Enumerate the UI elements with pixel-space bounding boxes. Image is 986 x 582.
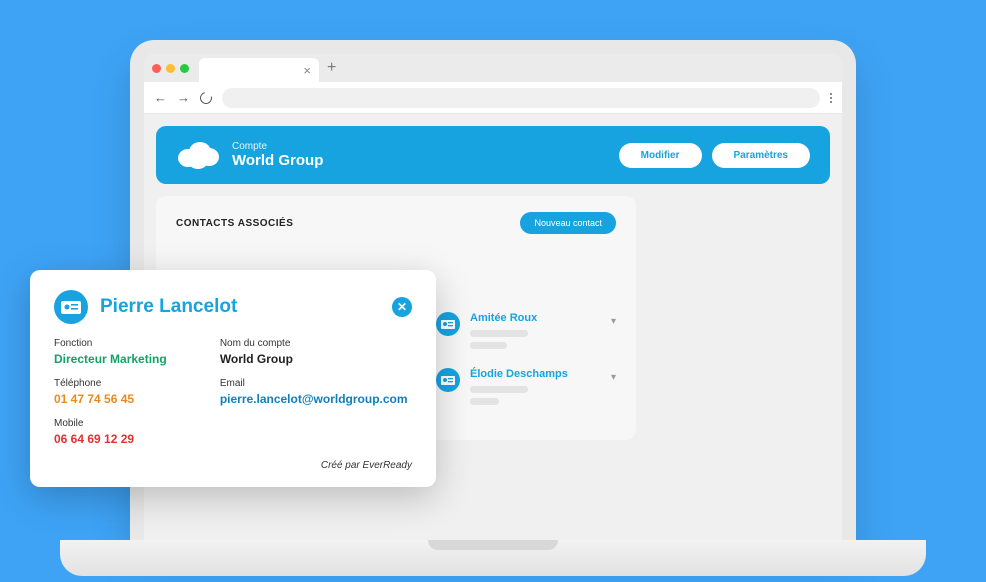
- field-value: 01 47 74 56 45: [54, 392, 202, 406]
- laptop-notch: [428, 540, 558, 550]
- contact-name: Amitée Roux: [470, 312, 616, 324]
- tab-close-icon[interactable]: ×: [303, 63, 311, 78]
- settings-button[interactable]: Paramètres: [712, 143, 810, 168]
- chevron-down-icon[interactable]: ▾: [611, 372, 616, 383]
- url-input[interactable]: [222, 88, 820, 108]
- placeholder-line: [470, 398, 499, 405]
- field-telephone: Téléphone 01 47 74 56 45: [54, 378, 202, 406]
- placeholder-line: [470, 386, 528, 393]
- contact-avatar-icon: [436, 312, 460, 336]
- close-icon[interactable]: ✕: [392, 297, 412, 317]
- forward-button[interactable]: →: [177, 90, 190, 105]
- detail-contact-name: Pierre Lancelot: [100, 296, 237, 318]
- contacts-section-title: CONTACTS ASSOCIÉS: [176, 218, 293, 229]
- refresh-icon[interactable]: [198, 89, 214, 105]
- field-label: Fonction: [54, 338, 202, 349]
- field-mobile: Mobile 06 64 69 12 29: [54, 418, 202, 446]
- browser-address-bar: ← →: [144, 82, 842, 114]
- laptop-base: [60, 540, 926, 576]
- contact-row[interactable]: Amitée Roux ▾: [436, 312, 616, 354]
- account-header: Compte World Group Modifier Paramètres: [156, 126, 830, 184]
- field-value: pierre.lancelot@worldgroup.com: [220, 392, 412, 406]
- new-contact-button[interactable]: Nouveau contact: [520, 212, 616, 234]
- maximize-window-icon[interactable]: [180, 64, 189, 73]
- new-tab-button[interactable]: +: [327, 59, 336, 77]
- salesforce-cloud-icon: [176, 140, 220, 170]
- minimize-window-icon[interactable]: [166, 64, 175, 73]
- field-label: Téléphone: [54, 378, 202, 389]
- field-fonction: Fonction Directeur Marketing: [54, 338, 202, 366]
- field-label: Mobile: [54, 418, 202, 429]
- placeholder-line: [470, 330, 528, 337]
- modify-button[interactable]: Modifier: [619, 143, 702, 168]
- field-label: Nom du compte: [220, 338, 412, 349]
- window-controls: [152, 64, 189, 73]
- browser-tab-bar: × +: [144, 54, 842, 82]
- field-email: Email pierre.lancelot@worldgroup.com: [220, 378, 412, 406]
- field-value: Directeur Marketing: [54, 352, 202, 366]
- detail-footer: Créé par EverReady: [54, 460, 412, 471]
- contact-name: Élodie Deschamps: [470, 368, 616, 380]
- browser-menu-icon[interactable]: [830, 93, 832, 103]
- field-value: 06 64 69 12 29: [54, 432, 202, 446]
- header-subtitle: Compte: [232, 141, 323, 152]
- close-window-icon[interactable]: [152, 64, 161, 73]
- contact-detail-popup: Pierre Lancelot ✕ Fonction Directeur Mar…: [30, 270, 436, 487]
- field-label: Email: [220, 378, 412, 389]
- field-compte: Nom du compte World Group: [220, 338, 412, 366]
- field-value: World Group: [220, 352, 412, 366]
- contact-row[interactable]: Élodie Deschamps ▾: [436, 368, 616, 410]
- back-button[interactable]: ←: [154, 90, 167, 105]
- chevron-down-icon[interactable]: ▾: [611, 316, 616, 327]
- placeholder-line: [470, 342, 507, 349]
- contact-avatar-icon: [54, 290, 88, 324]
- header-title: World Group: [232, 152, 323, 169]
- browser-tab[interactable]: ×: [199, 58, 319, 82]
- contact-avatar-icon: [436, 368, 460, 392]
